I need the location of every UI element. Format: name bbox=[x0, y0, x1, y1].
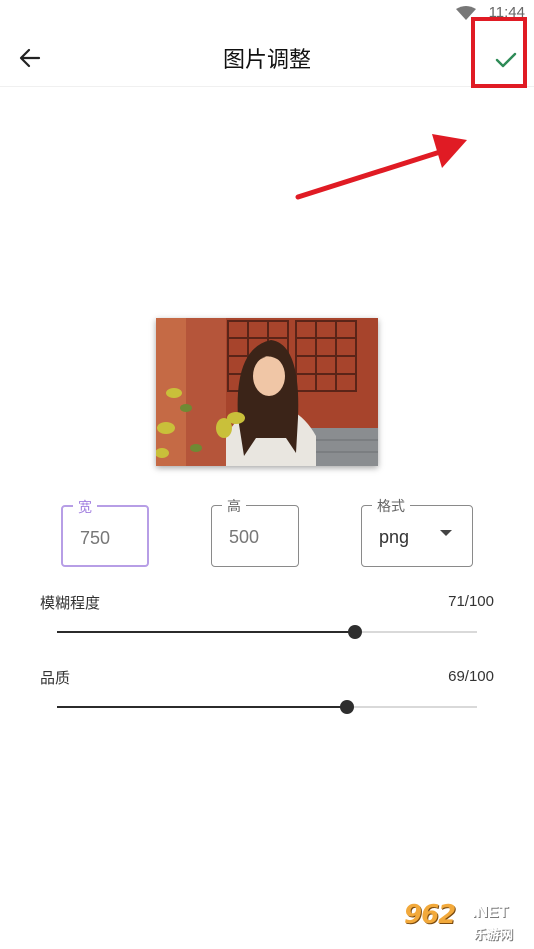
quality-value: 69/100 bbox=[448, 668, 494, 685]
blur-value: 71/100 bbox=[448, 593, 494, 610]
quality-slider[interactable] bbox=[57, 700, 477, 714]
app-bar: 图片调整 bbox=[0, 26, 534, 87]
photo bbox=[156, 318, 378, 466]
height-field[interactable]: 高 500 bbox=[211, 496, 299, 567]
quality-label: 品质 bbox=[40, 669, 71, 687]
status-bar: 11:44 bbox=[0, 0, 534, 26]
width-field[interactable]: 宽 750 bbox=[61, 497, 149, 567]
watermark-brand: 962 bbox=[404, 900, 456, 930]
image-preview bbox=[156, 318, 378, 466]
watermark-logo: 962 .NET 乐游网 bbox=[396, 898, 530, 944]
watermark-net: .NET bbox=[472, 904, 509, 921]
blur-label: 模糊程度 bbox=[40, 594, 101, 612]
width-label: 宽 bbox=[73, 497, 97, 517]
blur-slider-thumb[interactable] bbox=[348, 625, 363, 639]
caret-down-icon bbox=[440, 530, 452, 536]
blur-slider-fill bbox=[57, 631, 356, 633]
page-title: 图片调整 bbox=[222, 48, 311, 73]
watermark-sub: 乐游网 bbox=[474, 928, 514, 943]
format-value: png bbox=[379, 527, 410, 547]
height-label: 高 bbox=[222, 496, 246, 516]
quality-slider-thumb[interactable] bbox=[339, 700, 354, 714]
highlight-box bbox=[471, 17, 527, 88]
annotation-arrow bbox=[295, 134, 467, 200]
width-value: 750 bbox=[80, 528, 111, 548]
quality-slider-fill bbox=[57, 706, 347, 708]
format-select[interactable]: 格式 png bbox=[361, 496, 473, 567]
format-label: 格式 bbox=[372, 496, 410, 516]
height-value: 500 bbox=[229, 527, 260, 547]
blur-slider[interactable] bbox=[57, 625, 477, 639]
